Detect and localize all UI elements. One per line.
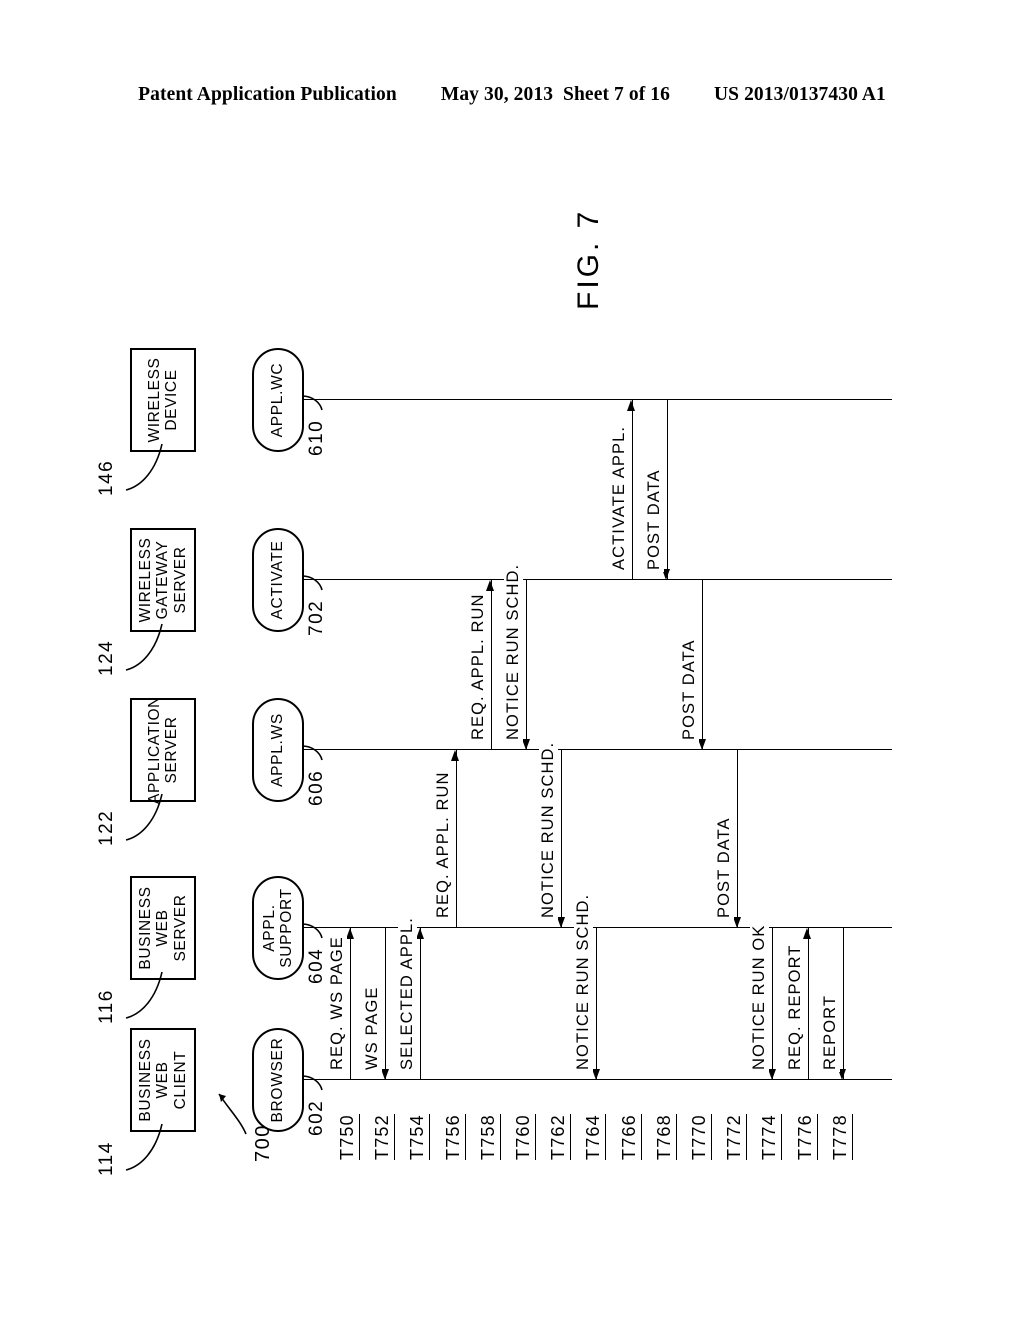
message-arrowhead (803, 928, 812, 939)
actor-reference-leader-line (125, 443, 163, 491)
lifeline-reference-number: 702 (306, 599, 327, 636)
lifeline-head-browser: BROWSER (252, 1028, 304, 1132)
lifeline-reference-number: 602 (306, 1099, 327, 1136)
lifeline-label-line: APPL.WC (269, 362, 287, 438)
message-label: POST DATA (715, 815, 735, 920)
message-label: REQ. APPL. RUN (433, 769, 453, 920)
time-marker: T768 (653, 1114, 677, 1160)
message-arrow (631, 400, 633, 580)
time-marker: T750 (337, 1114, 360, 1160)
message-arrow (385, 928, 387, 1080)
actor-reference-number: 116 (96, 989, 117, 1024)
time-marker: T756 (442, 1114, 466, 1160)
lifeline-label-line: APPL. (260, 904, 278, 952)
lifeline-reference-number: 606 (306, 769, 327, 806)
time-marker: T772 (724, 1114, 748, 1160)
lifeline-reference-leader-line (301, 923, 323, 939)
figure-caption: FIG. 7 (572, 208, 605, 310)
message-label: NOTICE RUN OK (750, 922, 770, 1072)
message-arrow (455, 750, 457, 928)
lifeline-reference-leader-line (301, 1075, 323, 1091)
actor-reference-number: 114 (96, 1141, 117, 1176)
message-label: NOTICE RUN SCHD. (574, 891, 594, 1072)
time-marker: T752 (372, 1114, 396, 1160)
message-arrow (772, 928, 774, 1080)
actor-label-line: SERVER (163, 716, 180, 784)
figure-id-label: 700 (252, 1124, 274, 1162)
lifeline-line (304, 579, 892, 580)
actor-label-line: SERVER (171, 546, 189, 614)
lifeline-label-line: APPL.WS (269, 713, 287, 787)
message-label: REQ. APPL. RUN (468, 591, 488, 742)
lifeline-line (304, 399, 892, 400)
lifeline-label-line: SUPPORT (278, 888, 295, 968)
time-marker: T760 (513, 1114, 536, 1160)
message-arrow (807, 928, 809, 1080)
actor-reference-leader-line (125, 623, 163, 671)
lifeline-head-appl-wc: APPL.WC (252, 348, 304, 452)
message-label: POST DATA (644, 467, 664, 572)
time-marker: T770 (689, 1114, 712, 1160)
actor-reference-number: 146 (96, 459, 117, 496)
message-arrowhead (627, 400, 636, 411)
actor-label-line: GATEWAY (154, 540, 172, 620)
figure-id-leader-line (218, 1093, 247, 1135)
lifeline-reference-leader-line (301, 395, 323, 411)
lifeline-label-line: BROWSER (269, 1037, 287, 1123)
actor-reference-number: 122 (96, 809, 117, 846)
message-label: NOTICE RUN SCHD. (539, 739, 559, 920)
message-label: SELECTED APPL. (398, 915, 418, 1072)
message-label: NOTICE RUN SCHD. (504, 561, 523, 742)
actor-label-line: WEB (154, 1061, 172, 1099)
actor-label-line: CLIENT (171, 1050, 189, 1110)
message-label: REQ. REPORT (785, 942, 805, 1072)
time-marker: T776 (794, 1114, 818, 1160)
actor-reference-leader-line (125, 971, 163, 1019)
time-marker: T766 (618, 1114, 642, 1160)
message-label: POST DATA (680, 637, 699, 742)
lifeline-reference-number: 604 (306, 947, 327, 984)
time-marker: T762 (548, 1114, 572, 1160)
lifeline-reference-leader-line (301, 745, 323, 761)
message-arrowhead (451, 750, 460, 761)
message-arrowhead (486, 580, 495, 591)
actor-label-line: DEVICE (163, 369, 180, 431)
message-arrow (561, 750, 563, 928)
actor-label-line: SERVER (171, 894, 189, 962)
message-arrow (702, 580, 703, 750)
message-arrow (350, 928, 351, 1080)
figure-canvas: BUSINESS WEB CLIENT BUSINESS WEB SERVER APPL… (0, 0, 1024, 1320)
message-arrow (737, 750, 739, 928)
message-arrow (666, 400, 668, 580)
message-arrow (596, 928, 598, 1080)
time-marker: T778 (829, 1114, 853, 1160)
time-marker: T754 (407, 1114, 431, 1160)
message-arrow (420, 928, 422, 1080)
time-marker: T774 (759, 1114, 783, 1160)
message-arrow (490, 580, 492, 750)
message-label: REQ. WS PAGE (328, 934, 347, 1072)
actor-reference-leader-line (125, 1123, 163, 1171)
lifeline-head-activate: ACTIVATE (252, 528, 304, 632)
message-label: ACTIVATE APPL. (609, 423, 629, 572)
lifeline-line (304, 749, 892, 750)
message-label: REPORT (820, 992, 840, 1072)
actor-reference-leader-line (125, 793, 163, 841)
lifeline-reference-leader-line (301, 575, 323, 591)
message-arrow (842, 928, 844, 1080)
actor-reference-number: 124 (96, 639, 117, 676)
time-marker: T764 (583, 1114, 607, 1160)
time-marker: T758 (477, 1114, 501, 1160)
lifeline-reference-number: 610 (306, 419, 327, 456)
lifeline-label-line: ACTIVATE (269, 540, 287, 620)
message-arrow (526, 580, 527, 750)
sequence-diagram: BUSINESS WEB CLIENT BUSINESS WEB SERVER APPL… (96, 130, 922, 1190)
lifeline-head-appl-ws: APPL.WS (252, 698, 304, 802)
lifeline-head-appl-support: APPL. SUPPORT (252, 876, 304, 980)
message-label: WS PAGE (363, 984, 383, 1072)
actor-label-line: WEB (154, 909, 172, 947)
